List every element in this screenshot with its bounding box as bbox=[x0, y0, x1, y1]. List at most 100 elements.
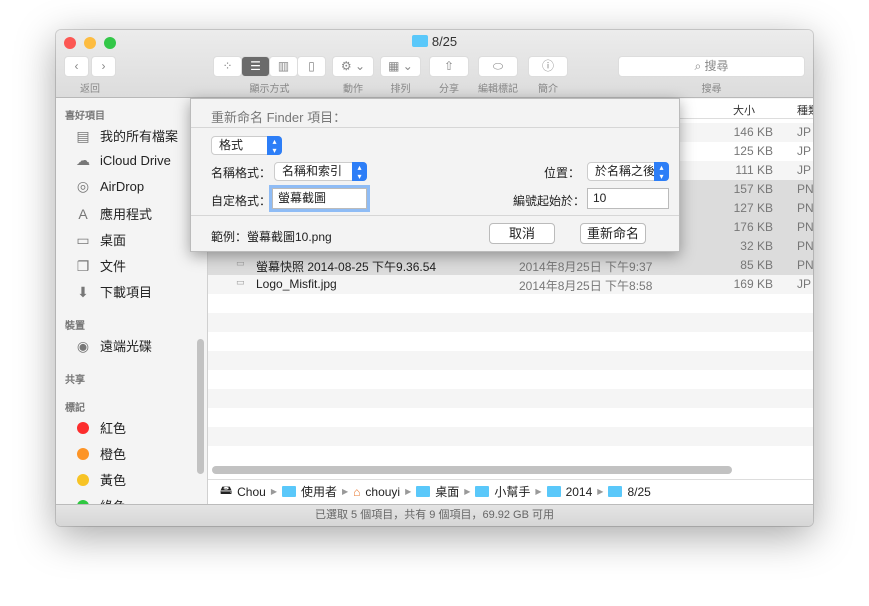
path-arrow-icon: ▶ bbox=[341, 487, 349, 496]
empty-row bbox=[208, 446, 813, 465]
sidebar-item-label: 桌面 bbox=[100, 233, 127, 248]
toolbar: 8/25 ‹ › 返回 ⁘ ☰ ▥ ▯ 顯示方式 ⚙ ⌄ 動作 ▦ ⌄ 排列 ⇧… bbox=[56, 30, 813, 98]
rename-button[interactable]: 重新命名 bbox=[580, 223, 646, 244]
path-item[interactable]: 2014 bbox=[566, 485, 593, 499]
sidebar-item-icloud[interactable]: ☁ iCloud Drive bbox=[74, 152, 171, 168]
empty-row bbox=[208, 294, 813, 313]
path-item[interactable]: chouyi bbox=[365, 485, 400, 499]
search-placeholder: 搜尋 bbox=[704, 59, 729, 73]
horizontal-scrollbar[interactable] bbox=[212, 466, 732, 474]
folder-icon bbox=[546, 486, 561, 497]
empty-row bbox=[208, 408, 813, 427]
table-row[interactable]: ▭ 螢幕快照 2014-08-25 下午9.36.54 2014年8月25日 下午9… bbox=[208, 256, 813, 275]
action-button[interactable]: ⚙ ⌄ bbox=[332, 56, 374, 77]
example-text: 範例：螢幕截圖10.png bbox=[211, 230, 332, 244]
file-kind: JP bbox=[797, 144, 812, 158]
sidebar-item-label: 應用程式 bbox=[100, 207, 153, 222]
all-files-icon: ▤ bbox=[76, 127, 90, 144]
file-kind: JP bbox=[797, 163, 812, 177]
file-size: 32 KB bbox=[740, 239, 773, 253]
sidebar-item-applications[interactable]: A 應用程式 bbox=[74, 204, 152, 223]
path-arrow-icon: ▶ bbox=[405, 487, 412, 496]
path-arrow-icon: ▶ bbox=[597, 487, 604, 496]
path-item[interactable]: 小幫手 bbox=[494, 483, 530, 500]
documents-icon: ❐ bbox=[76, 257, 90, 274]
sidebar-item-desktop[interactable]: ▭ 桌面 bbox=[74, 230, 126, 249]
custom-format-input[interactable]: 螢幕截圖 bbox=[272, 188, 367, 209]
arrange-button[interactable]: ▦ ⌄ bbox=[380, 56, 421, 77]
file-icon: ▭ bbox=[236, 277, 245, 287]
disc-icon: ◉ bbox=[76, 337, 90, 354]
column-view-button[interactable]: ▥ bbox=[269, 56, 298, 77]
sidebar-item-documents[interactable]: ❐ 文件 bbox=[74, 256, 126, 275]
desktop-folder-icon bbox=[416, 486, 431, 497]
start-number-input[interactable]: 10 bbox=[587, 188, 669, 209]
sidebar-item-label: 文件 bbox=[100, 259, 127, 274]
path-item[interactable]: 桌面 bbox=[435, 483, 459, 500]
path-arrow-icon: ▶ bbox=[270, 487, 277, 496]
name-format-value: 名稱和索引 bbox=[282, 164, 343, 178]
path-bar: 🖴 Chou ▶ 使用者 ▶ ⌂ chouyi ▶ 桌面 ▶ 小幫手 ▶ 2014 ▶ 8/25 bbox=[208, 479, 813, 503]
sidebar-item-label: 紅色 bbox=[100, 421, 127, 436]
sidebar-item-all-files[interactable]: ▤ 我的所有檔案 bbox=[74, 126, 178, 145]
position-select[interactable]: 於名稱之後 ▴ ▾ bbox=[587, 162, 669, 181]
name-format-select[interactable]: 名稱和索引 ▴ ▾ bbox=[274, 162, 367, 181]
sidebar-item-label: iCloud Drive bbox=[100, 152, 171, 168]
rename-dialog: 重新命名 Finder 項目： 格式 ▴ ▾ 名稱格式： 名稱和索引 ▴ ▾ 位置： 於… bbox=[190, 98, 680, 252]
cancel-button[interactable]: 取消 bbox=[489, 223, 555, 244]
path-item[interactable]: Chou bbox=[237, 485, 266, 499]
empty-row bbox=[208, 370, 813, 389]
mode-select[interactable]: 格式 ▴ ▾ bbox=[211, 136, 282, 155]
chevron-updown-icon: ▴ ▾ bbox=[352, 162, 367, 181]
red-tag-icon bbox=[77, 421, 89, 434]
table-row[interactable]: ▭ Logo_Misfit.jpg 2014年8月25日 下午8:58 169 KB J… bbox=[208, 275, 813, 294]
info-button[interactable]: ⓘ bbox=[528, 56, 568, 77]
window-title: 8/25 bbox=[56, 34, 813, 49]
file-date: 2014年8月25日 下午8:58 bbox=[519, 279, 653, 293]
empty-row bbox=[208, 332, 813, 351]
back-button[interactable]: ‹ bbox=[64, 56, 89, 77]
tags-label: 編輯標記 bbox=[478, 84, 518, 95]
sidebar-item-downloads[interactable]: ⬇ 下載項目 bbox=[74, 282, 152, 301]
dialog-title: 重新命名 Finder 項目： bbox=[211, 110, 347, 125]
tags-header: 標記 bbox=[65, 403, 85, 414]
file-size: 127 KB bbox=[733, 201, 773, 215]
title-text: 8/25 bbox=[431, 34, 458, 49]
disk-icon: 🖴 bbox=[220, 483, 233, 497]
custom-format-label: 自定格式： bbox=[211, 194, 272, 208]
file-kind: PN bbox=[797, 239, 813, 253]
folder-icon bbox=[608, 486, 623, 497]
search-label: 搜尋 bbox=[701, 84, 722, 95]
size-column-header[interactable]: 大小 bbox=[733, 102, 755, 118]
kind-column-header[interactable]: 種類 bbox=[797, 102, 813, 118]
icon-view-button[interactable]: ⁘ bbox=[213, 56, 242, 77]
file-size: 157 KB bbox=[733, 182, 773, 196]
sidebar-tag-red[interactable]: 紅色 bbox=[74, 418, 126, 437]
file-size: 85 KB bbox=[740, 258, 773, 272]
folder-icon bbox=[411, 35, 428, 47]
sidebar-item-airdrop[interactable]: ◎ AirDrop bbox=[74, 178, 144, 194]
search-input[interactable]: ⌕ 搜尋 bbox=[618, 56, 805, 77]
sidebar-tag-yellow[interactable]: 黃色 bbox=[74, 470, 126, 489]
sidebar-item-remote-disc[interactable]: ◉ 遠端光碟 bbox=[74, 336, 152, 355]
file-icon: ▭ bbox=[236, 258, 245, 268]
file-kind: JP bbox=[797, 277, 812, 291]
path-item[interactable]: 8/25 bbox=[627, 485, 650, 499]
cloud-icon: ☁ bbox=[76, 152, 90, 168]
path-item[interactable]: 使用者 bbox=[301, 483, 337, 500]
coverflow-view-button[interactable]: ▯ bbox=[297, 56, 326, 77]
applications-icon: A bbox=[78, 205, 88, 222]
sidebar-item-label: 橙色 bbox=[100, 447, 127, 462]
position-label: 位置： bbox=[544, 166, 581, 180]
file-kind: PN bbox=[797, 220, 813, 234]
file-size: 111 KB bbox=[735, 163, 773, 177]
list-view-button[interactable]: ☰ bbox=[241, 56, 270, 77]
sidebar-scrollbar[interactable] bbox=[197, 339, 204, 474]
forward-button[interactable]: › bbox=[91, 56, 116, 77]
share-button[interactable]: ⇧ bbox=[429, 56, 469, 77]
file-size: 176 KB bbox=[733, 220, 773, 234]
home-icon: ⌂ bbox=[353, 484, 361, 499]
file-size: 169 KB bbox=[733, 277, 773, 291]
edit-tags-button[interactable]: ⬭ bbox=[478, 56, 518, 77]
sidebar-tag-orange[interactable]: 橙色 bbox=[74, 444, 126, 463]
